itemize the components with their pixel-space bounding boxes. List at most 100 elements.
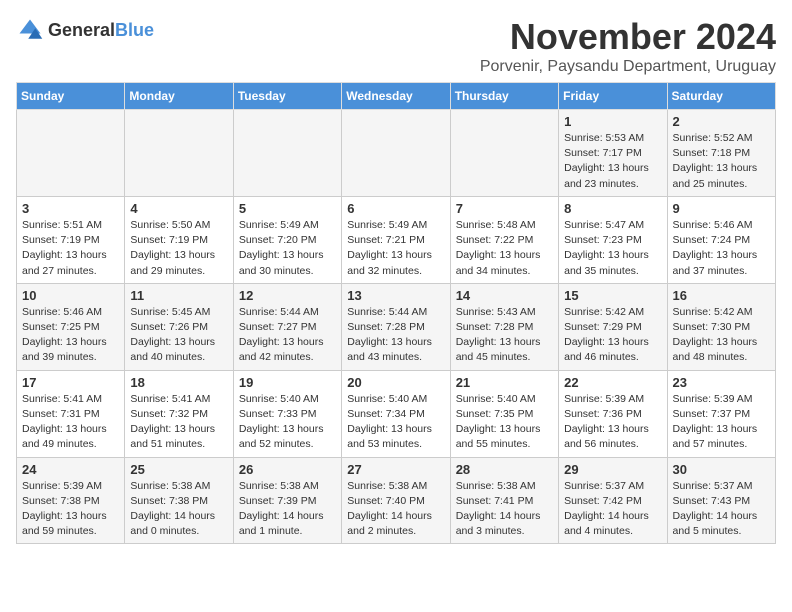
- day-number: 24: [22, 462, 119, 477]
- day-number: 27: [347, 462, 444, 477]
- logo-general: General: [48, 20, 115, 40]
- weekday-header-row: SundayMondayTuesdayWednesdayThursdayFrid…: [17, 83, 776, 110]
- day-number: 19: [239, 375, 336, 390]
- day-info: Sunrise: 5:39 AMSunset: 7:38 PMDaylight:…: [22, 479, 119, 540]
- calendar-cell: 6 Sunrise: 5:49 AMSunset: 7:21 PMDaylight…: [342, 196, 450, 283]
- day-number: 30: [673, 462, 770, 477]
- day-number: 28: [456, 462, 553, 477]
- calendar-cell: 7 Sunrise: 5:48 AMSunset: 7:22 PMDaylight…: [450, 196, 558, 283]
- day-number: 13: [347, 288, 444, 303]
- weekday-header-sunday: Sunday: [17, 83, 125, 110]
- day-info: Sunrise: 5:44 AMSunset: 7:28 PMDaylight:…: [347, 305, 444, 366]
- day-number: 4: [130, 201, 227, 216]
- calendar-cell: 4 Sunrise: 5:50 AMSunset: 7:19 PMDaylight…: [125, 196, 233, 283]
- calendar-cell: 11 Sunrise: 5:45 AMSunset: 7:26 PMDayligh…: [125, 283, 233, 370]
- calendar-cell: 9 Sunrise: 5:46 AMSunset: 7:24 PMDaylight…: [667, 196, 775, 283]
- calendar: SundayMondayTuesdayWednesdayThursdayFrid…: [16, 82, 776, 544]
- day-info: Sunrise: 5:44 AMSunset: 7:27 PMDaylight:…: [239, 305, 336, 366]
- calendar-cell: 17 Sunrise: 5:41 AMSunset: 7:31 PMDayligh…: [17, 370, 125, 457]
- day-number: 5: [239, 201, 336, 216]
- week-row-2: 3 Sunrise: 5:51 AMSunset: 7:19 PMDaylight…: [17, 196, 776, 283]
- day-number: 3: [22, 201, 119, 216]
- day-number: 17: [22, 375, 119, 390]
- day-number: 7: [456, 201, 553, 216]
- day-info: Sunrise: 5:40 AMSunset: 7:35 PMDaylight:…: [456, 392, 553, 453]
- title-area: November 2024 Porvenir, Paysandu Departm…: [480, 16, 776, 76]
- week-row-1: 1 Sunrise: 5:53 AMSunset: 7:17 PMDaylight…: [17, 110, 776, 197]
- day-info: Sunrise: 5:42 AMSunset: 7:30 PMDaylight:…: [673, 305, 770, 366]
- day-info: Sunrise: 5:45 AMSunset: 7:26 PMDaylight:…: [130, 305, 227, 366]
- day-number: 8: [564, 201, 661, 216]
- day-info: Sunrise: 5:38 AMSunset: 7:39 PMDaylight:…: [239, 479, 336, 540]
- weekday-header-friday: Friday: [559, 83, 667, 110]
- calendar-cell: 10 Sunrise: 5:46 AMSunset: 7:25 PMDayligh…: [17, 283, 125, 370]
- logo-icon: [16, 16, 44, 44]
- month-title: November 2024: [480, 16, 776, 58]
- day-info: Sunrise: 5:51 AMSunset: 7:19 PMDaylight:…: [22, 218, 119, 279]
- weekday-header-tuesday: Tuesday: [233, 83, 341, 110]
- weekday-header-wednesday: Wednesday: [342, 83, 450, 110]
- week-row-3: 10 Sunrise: 5:46 AMSunset: 7:25 PMDayligh…: [17, 283, 776, 370]
- day-info: Sunrise: 5:41 AMSunset: 7:31 PMDaylight:…: [22, 392, 119, 453]
- weekday-header-monday: Monday: [125, 83, 233, 110]
- subtitle: Porvenir, Paysandu Department, Uruguay: [480, 58, 776, 76]
- calendar-cell: [233, 110, 341, 197]
- calendar-cell: 25Sunrise: 5:38 AMSunset: 7:38 PMDayligh…: [125, 457, 233, 544]
- calendar-cell: 23Sunrise: 5:39 AMSunset: 7:37 PMDayligh…: [667, 370, 775, 457]
- calendar-cell: 2 Sunrise: 5:52 AMSunset: 7:18 PMDaylight…: [667, 110, 775, 197]
- day-info: Sunrise: 5:41 AMSunset: 7:32 PMDaylight:…: [130, 392, 227, 453]
- calendar-cell: 29Sunrise: 5:37 AMSunset: 7:42 PMDayligh…: [559, 457, 667, 544]
- calendar-cell: 12Sunrise: 5:44 AMSunset: 7:27 PMDayligh…: [233, 283, 341, 370]
- day-info: Sunrise: 5:50 AMSunset: 7:19 PMDaylight:…: [130, 218, 227, 279]
- day-number: 10: [22, 288, 119, 303]
- calendar-cell: 24 Sunrise: 5:39 AMSunset: 7:38 PMDayligh…: [17, 457, 125, 544]
- calendar-cell: 16 Sunrise: 5:42 AMSunset: 7:30 PMDayligh…: [667, 283, 775, 370]
- calendar-cell: 3 Sunrise: 5:51 AMSunset: 7:19 PMDaylight…: [17, 196, 125, 283]
- day-info: Sunrise: 5:39 AMSunset: 7:37 PMDaylight:…: [673, 392, 770, 453]
- day-number: 6: [347, 201, 444, 216]
- day-info: Sunrise: 5:49 AMSunset: 7:21 PMDaylight:…: [347, 218, 444, 279]
- day-number: 2: [673, 114, 770, 129]
- calendar-cell: 27 Sunrise: 5:38 AMSunset: 7:40 PMDayligh…: [342, 457, 450, 544]
- day-info: Sunrise: 5:46 AMSunset: 7:25 PMDaylight:…: [22, 305, 119, 366]
- day-info: Sunrise: 5:48 AMSunset: 7:22 PMDaylight:…: [456, 218, 553, 279]
- day-info: Sunrise: 5:37 AMSunset: 7:43 PMDaylight:…: [673, 479, 770, 540]
- calendar-cell: 1 Sunrise: 5:53 AMSunset: 7:17 PMDaylight…: [559, 110, 667, 197]
- day-info: Sunrise: 5:52 AMSunset: 7:18 PMDaylight:…: [673, 131, 770, 192]
- day-info: Sunrise: 5:40 AMSunset: 7:33 PMDaylight:…: [239, 392, 336, 453]
- day-number: 1: [564, 114, 661, 129]
- day-number: 14: [456, 288, 553, 303]
- day-info: Sunrise: 5:38 AMSunset: 7:40 PMDaylight:…: [347, 479, 444, 540]
- calendar-cell: 30 Sunrise: 5:37 AMSunset: 7:43 PMDayligh…: [667, 457, 775, 544]
- day-info: Sunrise: 5:39 AMSunset: 7:36 PMDaylight:…: [564, 392, 661, 453]
- day-number: 16: [673, 288, 770, 303]
- day-info: Sunrise: 5:42 AMSunset: 7:29 PMDaylight:…: [564, 305, 661, 366]
- calendar-cell: [450, 110, 558, 197]
- calendar-cell: [342, 110, 450, 197]
- day-info: Sunrise: 5:37 AMSunset: 7:42 PMDaylight:…: [564, 479, 661, 540]
- calendar-cell: [125, 110, 233, 197]
- day-info: Sunrise: 5:38 AMSunset: 7:41 PMDaylight:…: [456, 479, 553, 540]
- weekday-header-saturday: Saturday: [667, 83, 775, 110]
- calendar-cell: [17, 110, 125, 197]
- day-number: 20: [347, 375, 444, 390]
- day-number: 11: [130, 288, 227, 303]
- calendar-cell: 28 Sunrise: 5:38 AMSunset: 7:41 PMDayligh…: [450, 457, 558, 544]
- day-number: 9: [673, 201, 770, 216]
- day-info: Sunrise: 5:53 AMSunset: 7:17 PMDaylight:…: [564, 131, 661, 192]
- calendar-cell: 21Sunrise: 5:40 AMSunset: 7:35 PMDayligh…: [450, 370, 558, 457]
- week-row-5: 24 Sunrise: 5:39 AMSunset: 7:38 PMDayligh…: [17, 457, 776, 544]
- calendar-cell: 19 Sunrise: 5:40 AMSunset: 7:33 PMDayligh…: [233, 370, 341, 457]
- calendar-cell: 5 Sunrise: 5:49 AMSunset: 7:20 PMDaylight…: [233, 196, 341, 283]
- day-info: Sunrise: 5:49 AMSunset: 7:20 PMDaylight:…: [239, 218, 336, 279]
- calendar-cell: 26Sunrise: 5:38 AMSunset: 7:39 PMDayligh…: [233, 457, 341, 544]
- day-number: 22: [564, 375, 661, 390]
- header: GeneralBlue November 2024 Porvenir, Pays…: [16, 16, 776, 76]
- calendar-cell: 15Sunrise: 5:42 AMSunset: 7:29 PMDayligh…: [559, 283, 667, 370]
- day-number: 25: [130, 462, 227, 477]
- weekday-header-thursday: Thursday: [450, 83, 558, 110]
- day-info: Sunrise: 5:46 AMSunset: 7:24 PMDaylight:…: [673, 218, 770, 279]
- calendar-cell: 14Sunrise: 5:43 AMSunset: 7:28 PMDayligh…: [450, 283, 558, 370]
- calendar-cell: 20Sunrise: 5:40 AMSunset: 7:34 PMDayligh…: [342, 370, 450, 457]
- calendar-cell: 8Sunrise: 5:47 AMSunset: 7:23 PMDaylight…: [559, 196, 667, 283]
